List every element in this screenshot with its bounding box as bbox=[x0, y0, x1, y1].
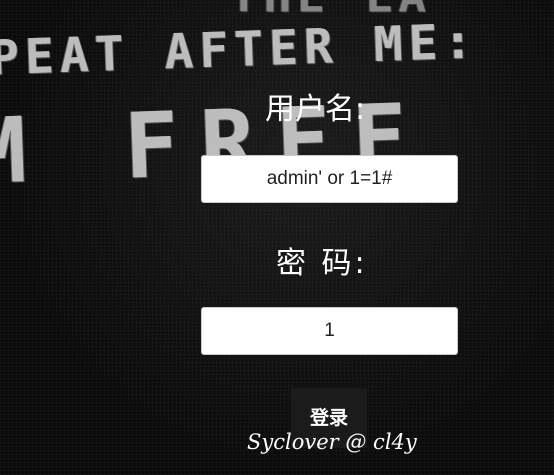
password-label: 密 码: bbox=[276, 246, 368, 281]
password-input[interactable] bbox=[201, 307, 458, 355]
username-input[interactable] bbox=[201, 155, 458, 203]
poster-text-line-2: PEAT AFTER ME: bbox=[0, 13, 480, 87]
footer-credit: Syclover @ cl4y bbox=[247, 430, 417, 454]
username-label: 用户名: bbox=[265, 92, 366, 127]
